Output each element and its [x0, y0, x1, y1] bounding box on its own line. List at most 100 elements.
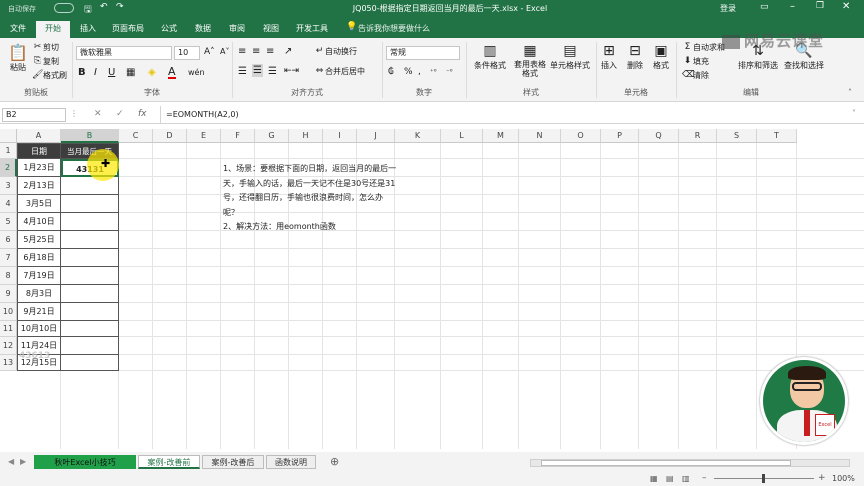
align-middle-icon[interactable]: ≡	[252, 46, 260, 57]
zoom-in-icon[interactable]: +	[818, 473, 826, 483]
number-format-select[interactable]: 常规	[386, 46, 460, 60]
row-header[interactable]: 4	[0, 195, 17, 213]
align-bottom-icon[interactable]: ≡	[266, 46, 274, 57]
tab-formulas[interactable]: 公式	[154, 21, 184, 38]
tab-view[interactable]: 视图	[256, 21, 286, 38]
sheet-tab-after[interactable]: 案例-改善后	[202, 455, 264, 469]
underline-button[interactable]: U	[108, 67, 115, 78]
comma-icon[interactable]: ,	[418, 67, 421, 77]
align-top-icon[interactable]: ≡	[238, 46, 246, 57]
close-icon[interactable]: ✕	[842, 1, 850, 12]
month-end-cell[interactable]	[61, 267, 119, 285]
sheet-tab-before[interactable]: 案例-改善前	[138, 455, 200, 469]
maximize-icon[interactable]: ❐	[816, 1, 824, 11]
add-sheet-icon[interactable]: ⊕	[330, 455, 339, 468]
column-header[interactable]: G	[255, 129, 289, 143]
column-header[interactable]: N	[519, 129, 561, 143]
column-header[interactable]: P	[601, 129, 639, 143]
align-left-icon[interactable]: ☰	[238, 66, 247, 77]
tab-page-layout[interactable]: 页面布局	[106, 21, 150, 38]
collapse-ribbon-icon[interactable]: ˄	[848, 88, 852, 97]
normal-view-icon[interactable]: ▦	[650, 474, 658, 483]
autosave-label[interactable]: 自动保存	[8, 4, 36, 14]
row-header[interactable]: 10	[0, 303, 17, 321]
clear-button[interactable]: ⌫清除	[682, 70, 709, 81]
autosave-toggle[interactable]	[54, 3, 74, 13]
insert-function-icon[interactable]: fx	[138, 109, 147, 119]
column-header[interactable]: T	[757, 129, 797, 143]
minimize-icon[interactable]: –	[790, 1, 795, 12]
column-header[interactable]: D	[153, 129, 187, 143]
merge-center-button[interactable]: ⇔ 合并后居中	[314, 66, 365, 77]
month-end-cell[interactable]	[61, 303, 119, 321]
column-header[interactable]: J	[357, 129, 395, 143]
scrollbar-thumb[interactable]	[541, 460, 791, 466]
align-center-icon[interactable]: ☰	[252, 64, 263, 77]
zoom-slider-thumb[interactable]	[762, 474, 765, 483]
date-cell[interactable]: 8月3日	[17, 285, 61, 303]
fill-color-icon[interactable]: ◈	[148, 67, 156, 78]
column-header[interactable]: C	[119, 129, 153, 143]
sheet-tab-tips[interactable]: 秋叶Excel小技巧	[34, 455, 136, 469]
font-color-icon[interactable]: A	[168, 66, 176, 79]
tab-insert[interactable]: 插入	[74, 21, 102, 38]
format-as-table-button[interactable]: ▦ 套用表格格式	[512, 42, 548, 78]
month-end-cell[interactable]	[61, 285, 119, 303]
cancel-icon[interactable]: ✕	[94, 109, 102, 119]
month-end-cell[interactable]	[61, 337, 119, 355]
select-all-corner[interactable]	[0, 129, 17, 143]
font-size-select[interactable]: 10	[174, 46, 200, 60]
month-end-cell[interactable]	[61, 249, 119, 267]
header-cell-date[interactable]: 日期	[17, 143, 61, 159]
wrap-text-button[interactable]: ↵ 自动换行	[314, 46, 357, 57]
copy-button[interactable]: ⎘ 复制	[32, 56, 59, 67]
column-header[interactable]: Q	[639, 129, 679, 143]
date-cell[interactable]: 5月25日	[17, 231, 61, 249]
italic-button[interactable]: I	[94, 67, 97, 78]
autosum-button[interactable]: Σ 自动求和	[682, 42, 725, 53]
column-header[interactable]: F	[221, 129, 255, 143]
column-header[interactable]: H	[289, 129, 323, 143]
row-header[interactable]: 5	[0, 213, 17, 231]
login-link[interactable]: 登录	[720, 3, 736, 14]
fill-button[interactable]: ⬇ 填充	[682, 56, 709, 67]
column-header[interactable]: K	[395, 129, 441, 143]
row-header[interactable]: 6	[0, 231, 17, 249]
date-cell[interactable]: 4月10日	[17, 213, 61, 231]
prev-sheet-icon[interactable]: ◀	[8, 457, 14, 466]
tab-home[interactable]: 开始	[36, 21, 70, 38]
name-box[interactable]: B2	[2, 108, 66, 122]
date-cell[interactable]: 3月5日	[17, 195, 61, 213]
column-header[interactable]: E	[187, 129, 221, 143]
phonetic-icon[interactable]: wén	[188, 68, 205, 77]
column-header[interactable]: L	[441, 129, 483, 143]
date-cell[interactable]: 1月23日	[17, 159, 61, 177]
tab-review[interactable]: 审阅	[222, 21, 252, 38]
bold-button[interactable]: B	[78, 67, 86, 78]
row-header[interactable]: 7	[0, 249, 17, 267]
expand-formula-icon[interactable]: ˅	[852, 109, 856, 118]
paste-button[interactable]: 📋 粘贴	[6, 44, 30, 73]
insert-cells-button[interactable]: ⊞ 插入	[598, 42, 620, 71]
row-header[interactable]: 2	[0, 159, 17, 177]
row-header[interactable]: 11	[0, 321, 17, 337]
date-cell[interactable]: 2月13日	[17, 177, 61, 195]
date-cell[interactable]: 7月19日	[17, 267, 61, 285]
month-end-cell[interactable]	[61, 321, 119, 337]
orientation-icon[interactable]: ↗	[284, 46, 292, 57]
conditional-format-button[interactable]: ▥ 条件格式	[472, 42, 508, 71]
row-header[interactable]: 9	[0, 285, 17, 303]
date-cell[interactable]: 6月18日	[17, 249, 61, 267]
month-end-cell[interactable]	[61, 231, 119, 249]
font-name-select[interactable]: 微软雅黑	[76, 46, 172, 60]
grow-font-icon[interactable]: A˄	[204, 47, 215, 57]
delete-cells-button[interactable]: ⊟ 删除	[624, 42, 646, 71]
indent-icon[interactable]: ⇤⇥	[284, 66, 299, 76]
next-sheet-icon[interactable]: ▶	[20, 457, 26, 466]
column-header[interactable]: B	[61, 129, 119, 143]
percent-icon[interactable]: %	[404, 67, 413, 77]
formula-input[interactable]: =EOMONTH(A2,0)	[166, 110, 239, 119]
cut-button[interactable]: ✂ 剪切	[32, 42, 59, 53]
date-cell[interactable]: 9月21日	[17, 303, 61, 321]
page-layout-view-icon[interactable]: ▤	[666, 474, 674, 483]
